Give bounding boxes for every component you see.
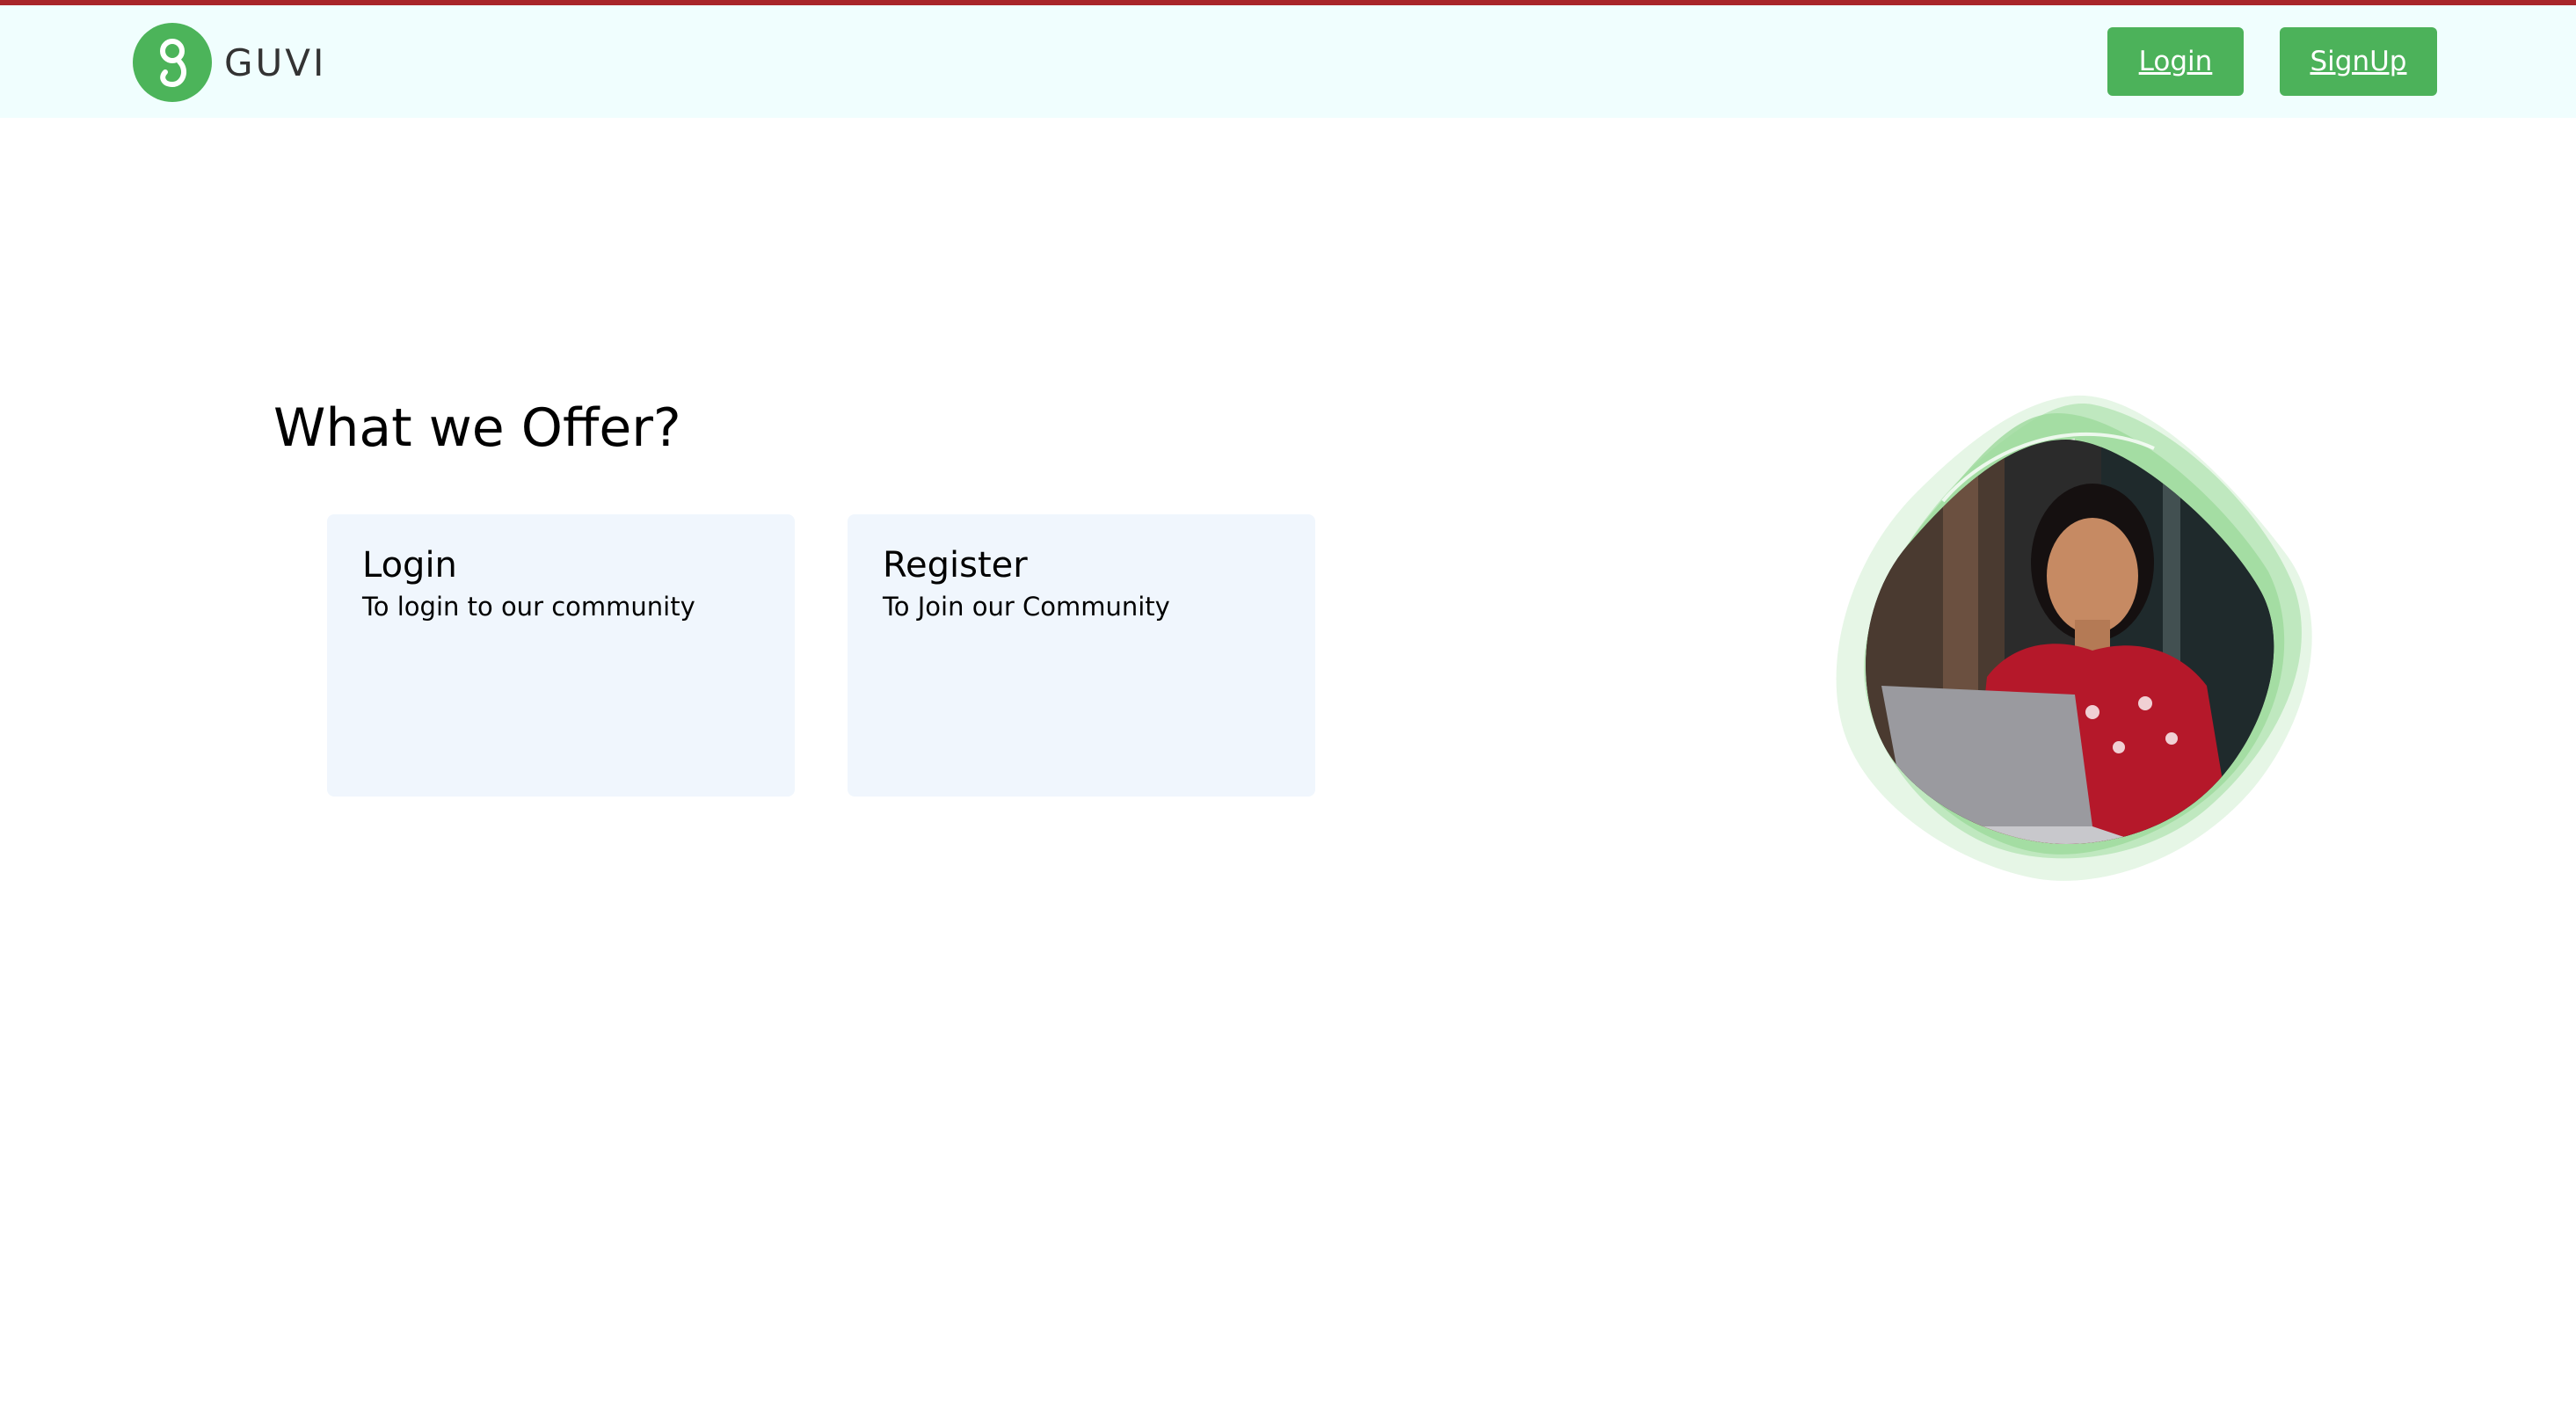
signup-button[interactable]: SignUp — [2280, 27, 2437, 96]
page: GUVI Login SignUp What we Offer? Login T… — [0, 0, 2576, 1426]
login-button[interactable]: Login — [2107, 27, 2244, 96]
register-card-description: To Join our Community — [883, 592, 1170, 622]
login-card-title: Login — [362, 545, 457, 586]
login-card-description: To login to our community — [362, 592, 695, 622]
section-title: What we Offer? — [273, 397, 681, 459]
header: GUVI Login SignUp — [0, 5, 2576, 118]
register-card-title: Register — [883, 545, 1028, 586]
logo-text: GUVI — [224, 40, 327, 84]
logo[interactable]: GUVI — [133, 23, 326, 102]
hero-image — [1811, 387, 2321, 897]
register-card[interactable]: Register To Join our Community — [848, 514, 1315, 797]
login-card[interactable]: Login To login to our community — [327, 514, 795, 797]
guvi-logo-icon — [133, 23, 212, 102]
